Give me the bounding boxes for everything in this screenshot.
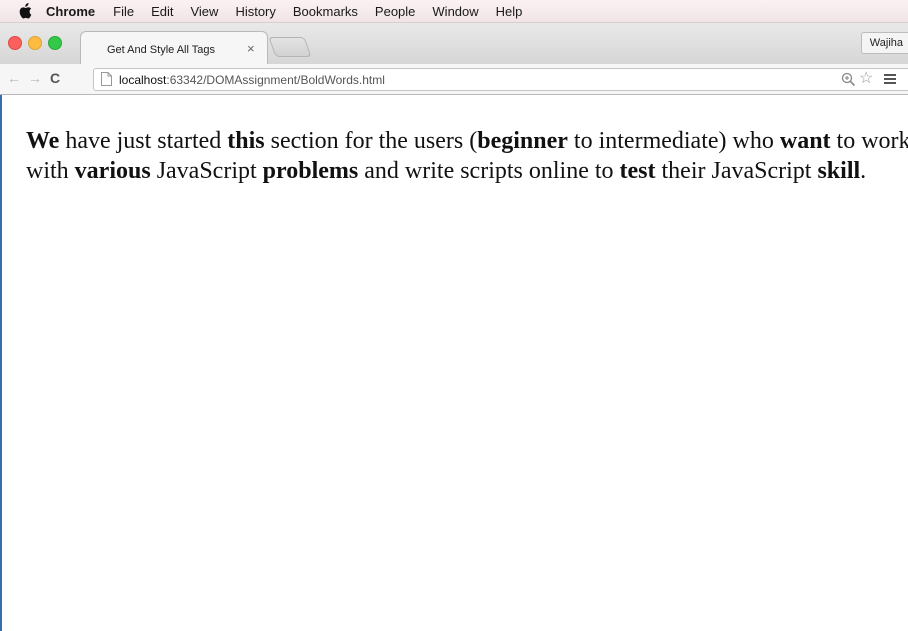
text-segment: to intermediate) who	[567, 128, 780, 154]
minimize-window-button[interactable]	[28, 36, 42, 50]
tab-strip: Get And Style All Tags × Wajiha	[0, 23, 908, 65]
text-segment: their JavaScript	[655, 158, 818, 184]
zoom-icon[interactable]	[841, 72, 856, 87]
toolbar: ← → C localhost:63342/DOMAssignment/Bold…	[0, 64, 908, 95]
tab-active[interactable]: Get And Style All Tags ×	[80, 31, 268, 65]
bold-words-paragraph: We have just started this section for th…	[26, 126, 908, 186]
menu-icon[interactable]	[883, 72, 897, 86]
bold-word: various	[74, 158, 151, 184]
bold-word: We	[26, 128, 60, 154]
text-segment: section for the users (	[264, 128, 478, 154]
menu-help[interactable]: Help	[496, 4, 523, 19]
bold-word: skill	[817, 158, 861, 184]
menu-app-chrome[interactable]: Chrome	[46, 4, 95, 19]
new-tab-button[interactable]	[268, 37, 312, 57]
url-path: :63342/DOMAssignment/BoldWords.html	[166, 73, 385, 87]
menu-edit[interactable]: Edit	[151, 4, 173, 19]
reload-icon[interactable]: C	[50, 69, 60, 87]
bold-word: want	[779, 128, 831, 154]
apple-icon[interactable]	[18, 3, 32, 19]
star-icon[interactable]: ☆	[859, 70, 873, 88]
menu-history[interactable]: History	[235, 4, 275, 19]
menu-bar: Chrome File Edit View History Bookmarks …	[0, 0, 908, 23]
page-icon	[101, 72, 112, 86]
bold-word: beginner	[477, 128, 568, 154]
profile-button[interactable]: Wajiha	[860, 32, 908, 54]
bold-word: test	[619, 158, 656, 184]
back-icon[interactable]: ←	[7, 70, 21, 86]
menu-window[interactable]: Window	[432, 4, 478, 19]
text-segment: and write scripts online to	[358, 158, 620, 184]
forward-icon[interactable]: →	[28, 70, 42, 86]
text-segment: have just started	[59, 128, 228, 154]
tab-close-icon[interactable]: ×	[247, 41, 255, 56]
menu-view[interactable]: View	[190, 4, 218, 19]
page-content: We have just started this section for th…	[0, 95, 908, 631]
address-bar[interactable]: localhost:63342/DOMAssignment/BoldWords.…	[93, 68, 908, 91]
bold-word: problems	[262, 158, 359, 184]
bold-word: this	[227, 128, 265, 154]
tab-title: Get And Style All Tags	[107, 44, 216, 56]
menu-file[interactable]: File	[113, 4, 134, 19]
menu-people[interactable]: People	[375, 4, 415, 19]
menu-bookmarks[interactable]: Bookmarks	[293, 4, 358, 19]
zoom-window-button[interactable]	[48, 36, 62, 50]
text-segment: JavaScript	[150, 158, 263, 184]
text-segment: .	[860, 158, 867, 184]
url-text[interactable]: localhost:63342/DOMAssignment/BoldWords.…	[119, 73, 385, 87]
url-host: localhost	[119, 73, 167, 87]
close-window-button[interactable]	[8, 36, 22, 50]
